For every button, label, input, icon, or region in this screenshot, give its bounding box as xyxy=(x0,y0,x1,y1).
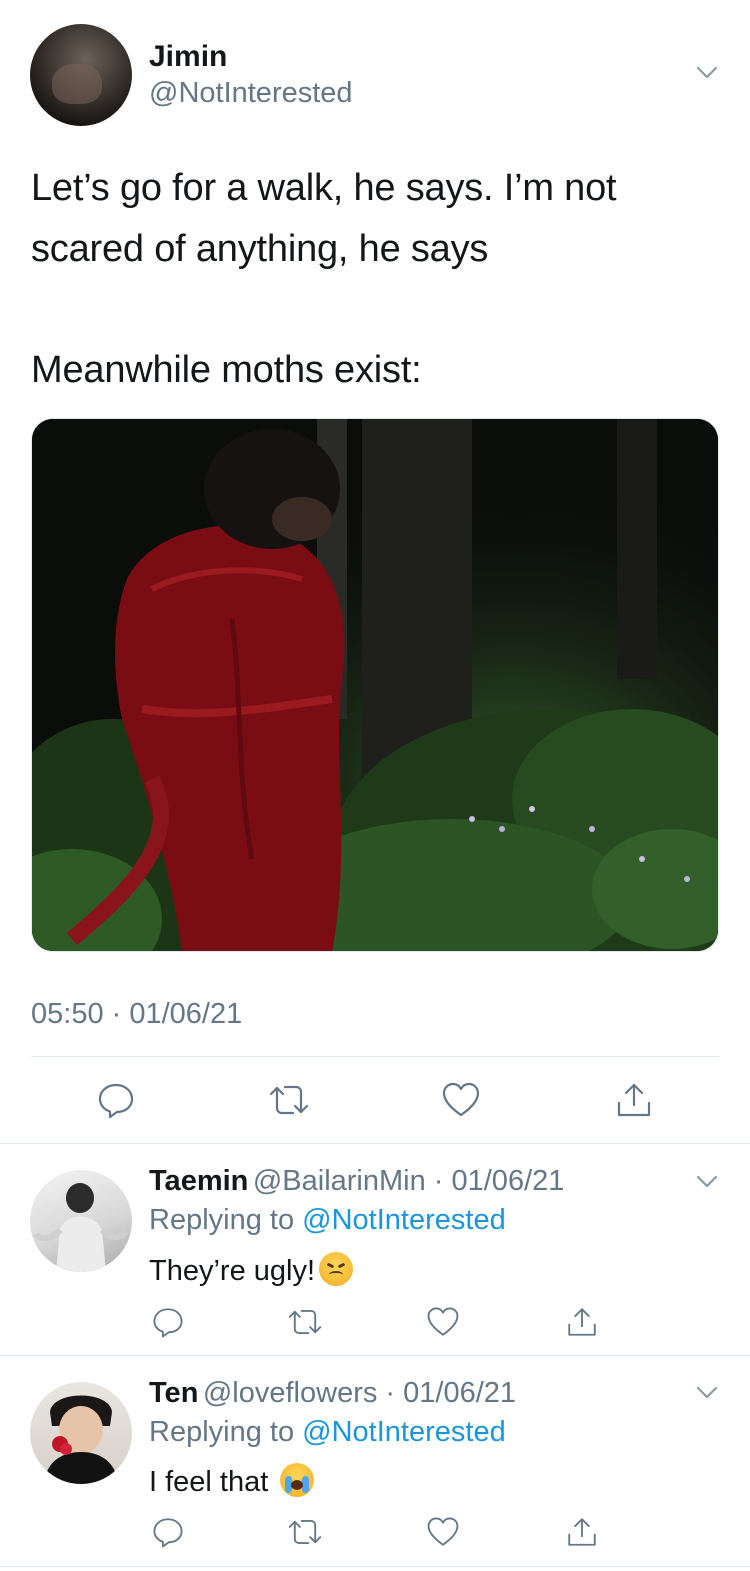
reply-icon xyxy=(98,1083,134,1119)
tweet-text-line: scared of anything, he says xyxy=(31,228,489,270)
divider xyxy=(31,1056,719,1057)
author-avatar[interactable] xyxy=(30,24,132,126)
divider xyxy=(0,1143,750,1144)
reply-author-meta[interactable]: @BailarinMin · 01/06/21 xyxy=(253,1165,565,1197)
share-button[interactable] xyxy=(611,1078,657,1122)
author-handle[interactable]: @NotInterested xyxy=(149,77,353,110)
reply-menu-button[interactable] xyxy=(696,1386,718,1405)
reply-author-name[interactable]: Ten xyxy=(149,1377,198,1409)
replying-to-line: Replying to @NotInterested xyxy=(149,1204,506,1237)
avatar-photo xyxy=(33,1183,129,1272)
reply-icon xyxy=(153,1308,183,1338)
heart-icon xyxy=(427,1517,459,1546)
reply-button[interactable] xyxy=(93,1078,139,1122)
chevron-down-icon xyxy=(696,1386,718,1399)
replying-to-label: Replying to xyxy=(149,1204,295,1236)
share-icon xyxy=(568,1518,596,1546)
share-button[interactable] xyxy=(562,1302,602,1342)
confounded-face-icon xyxy=(319,1252,354,1286)
share-icon xyxy=(568,1308,596,1336)
share-button[interactable] xyxy=(562,1512,602,1552)
retweet-button[interactable] xyxy=(285,1302,325,1342)
author-name[interactable]: Jimin xyxy=(149,40,227,74)
retweet-button[interactable] xyxy=(285,1512,325,1552)
retweet-icon xyxy=(269,1085,309,1115)
reply-text-content: They’re ugly! xyxy=(149,1255,316,1287)
replying-to-label: Replying to xyxy=(149,1416,295,1448)
like-button[interactable] xyxy=(438,1078,484,1122)
chevron-down-icon xyxy=(696,66,718,79)
reply-text-content: I feel that xyxy=(149,1466,269,1498)
divider xyxy=(0,1355,750,1356)
forest-scene-image xyxy=(32,419,718,951)
tweet-text: Let’s go for a walk, he says. I’m not sc… xyxy=(31,158,721,401)
reply-text: They’re ugly! xyxy=(149,1252,354,1288)
like-button[interactable] xyxy=(423,1302,463,1342)
tweet-timestamp[interactable]: 05:50 · 01/06/21 xyxy=(31,998,242,1031)
reply-avatar[interactable] xyxy=(30,1382,132,1484)
reply-header: Ten @loveflowers · 01/06/21 xyxy=(149,1377,516,1410)
retweet-icon xyxy=(288,1520,322,1544)
reply-author-name[interactable]: Taemin xyxy=(149,1165,248,1197)
avatar-photo-detail xyxy=(52,64,102,104)
heart-icon xyxy=(442,1082,480,1117)
replying-to-mention[interactable]: @NotInterested xyxy=(302,1204,506,1236)
reply-author-meta[interactable]: @loveflowers · 01/06/21 xyxy=(203,1377,516,1409)
reply-menu-button[interactable] xyxy=(696,1175,718,1194)
avatar-photo xyxy=(44,1395,118,1484)
tweet-menu-button[interactable] xyxy=(696,66,718,85)
replying-to-line: Replying to @NotInterested xyxy=(149,1416,506,1449)
retweet-icon xyxy=(288,1310,322,1334)
replying-to-mention[interactable]: @NotInterested xyxy=(302,1416,506,1448)
like-button[interactable] xyxy=(423,1512,463,1552)
share-icon xyxy=(617,1083,651,1117)
reply-button[interactable] xyxy=(148,1302,188,1342)
retweet-button[interactable] xyxy=(266,1078,312,1122)
reply-header: Taemin @BailarinMin · 01/06/21 xyxy=(149,1165,564,1198)
reply-icon xyxy=(153,1518,183,1548)
tweet-media-image[interactable] xyxy=(31,418,719,952)
tweet-text-line: Meanwhile moths exist: xyxy=(31,349,422,391)
reply-text: I feel that xyxy=(149,1463,315,1499)
tweet-text-line: Let’s go for a walk, he says. I’m not xyxy=(31,167,617,209)
reply-button[interactable] xyxy=(148,1512,188,1552)
loudly-crying-face-icon xyxy=(280,1463,315,1497)
reply-avatar[interactable] xyxy=(30,1170,132,1272)
heart-icon xyxy=(427,1307,459,1336)
divider xyxy=(0,1566,750,1567)
chevron-down-icon xyxy=(696,1175,718,1188)
